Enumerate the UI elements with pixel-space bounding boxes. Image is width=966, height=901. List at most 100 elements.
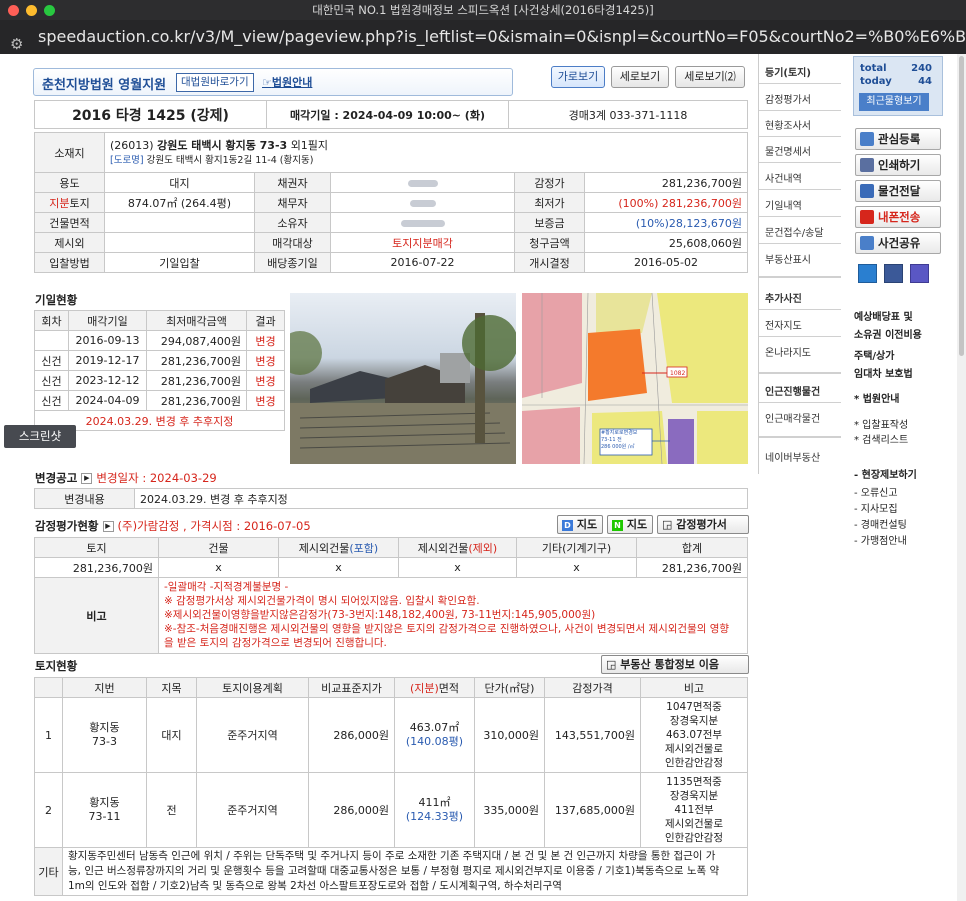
window-titlebar: 대한민국 NO.1 법원경매정보 스피드옥션 [사건상세(2016타경1425)… xyxy=(0,0,966,20)
daum-map-button[interactable]: D 지도 xyxy=(557,515,603,534)
view-horizontal-button[interactable]: 가로보기 xyxy=(551,66,605,88)
appraisal-title: 감정평가현황 ▶ (주)가람감정 , 가격시점 : 2016-07-05 xyxy=(35,519,311,533)
change-notice-title: 변경공고 ▶ 변경일자 : 2024-03-29 xyxy=(35,471,217,485)
maximize-window-button[interactable] xyxy=(44,5,55,16)
daum-icon: D xyxy=(562,519,573,531)
close-window-button[interactable] xyxy=(8,5,19,16)
case-header-table: 2016 타경 1425 (강제) 매각기일 : 2024-04-09 10:0… xyxy=(34,100,748,129)
window-title: 대한민국 NO.1 법원경매정보 스피드옥션 [사건상세(2016타경1425)… xyxy=(312,3,654,17)
phone-icon xyxy=(860,210,874,224)
integrated-info-button[interactable]: ◲ 부동산 통합정보 이음 xyxy=(601,655,749,674)
property-info-table: 소재지 (26013) 강원도 태백시 황지동 73-3 외1필지 [도로명] … xyxy=(34,132,748,273)
land-table: 지번 지목 토지이용계획 비교표준지가 (지분)면적 단가(㎡당) 감정가격 비… xyxy=(34,677,748,896)
road-address-tag[interactable]: [도로명] xyxy=(110,155,144,166)
sidebar-item-property[interactable]: 부동산표시 xyxy=(765,251,811,266)
table-row: 신건 2024-04-09 281,236,700원 변경 xyxy=(34,390,285,411)
search-list-link[interactable]: * 검색리스트 xyxy=(854,431,908,446)
message-icon[interactable] xyxy=(910,264,929,283)
road-address: 강원도 태백시 황지1동2길 11-4 (황지동) xyxy=(146,154,314,166)
sidebar-item-emap[interactable]: 전자지도 xyxy=(765,317,802,332)
change-date: 변경일자 : 2024-03-29 xyxy=(96,471,217,485)
document-icon: ◲ xyxy=(606,658,617,671)
auction-history-table: 회차 매각기일 최저매각금액 결과 2016-09-13 294,087,400원 변경 … xyxy=(34,310,285,431)
facebook-icon[interactable] xyxy=(884,264,903,283)
court-dept: 경매3계 033-371-1118 xyxy=(508,100,748,129)
print-button[interactable]: 인쇄하기 xyxy=(855,154,941,176)
court-name: 춘천지방법원 영월지원 xyxy=(42,78,167,93)
owner-redacted xyxy=(330,212,515,233)
share-button[interactable]: 사건공유 xyxy=(855,232,941,254)
minimize-window-button[interactable] xyxy=(26,5,37,16)
sale-date: 매각기일 : 2024-04-09 10:00~ (화) xyxy=(266,100,509,129)
court-guide-link-2[interactable]: * 법원안내 xyxy=(854,390,900,405)
map-road-label: 1082 xyxy=(670,370,685,377)
sidebar-item-appraisal[interactable]: 감정평가서 xyxy=(765,91,811,106)
land-title: 토지현황 xyxy=(35,659,78,673)
branch-recruit-link[interactable]: - 지사모집 xyxy=(854,500,898,515)
address-main: 강원도 태백시 황지동 73-3 xyxy=(157,138,288,152)
view-vertical2-button[interactable]: 세로보기⑵ xyxy=(675,66,745,88)
franchise-link[interactable]: - 가맹점안내 xyxy=(854,532,907,547)
twitter-icon[interactable] xyxy=(858,264,877,283)
sidebar-item-registry[interactable]: 등기(토지) xyxy=(765,64,811,79)
court-guide-link[interactable]: ☞법원안내 xyxy=(262,73,312,92)
map-label: #황지로로변경보 73-11 전 286 000원 /㎡ xyxy=(601,430,638,450)
sidebar-item-survey[interactable]: 현황조사서 xyxy=(765,117,811,132)
address-bar[interactable]: ⚙ speedauction.co.kr/v3/M_view/pageview.… xyxy=(0,20,966,54)
send-button[interactable]: 물건전달 xyxy=(855,180,941,202)
visit-counter: total 240 today 44 최근물형보기 xyxy=(853,56,943,116)
change-content: 2024.03.29. 변경 후 추후지정 xyxy=(134,488,748,509)
naver-map-button[interactable]: N 지도 xyxy=(607,515,653,534)
court-link-button[interactable]: 대법원바로가기 xyxy=(176,73,254,92)
case-number: 2016 타경 1425 (강제) xyxy=(34,100,267,129)
court-header: 춘천지방법원 영월지원 대법원바로가기 ☞법원안내 xyxy=(33,68,513,96)
appraisal-price: 281,236,700원 xyxy=(584,172,748,193)
expected-dividend-link[interactable]: 예상배당표 및 소유권 이전비용 xyxy=(854,308,922,341)
watch-button[interactable]: 관심등록 xyxy=(855,128,941,150)
appraisal-table: 토지 건물 제시외건물(포함) 제시외건물(제외) 기타(기계기구) 합계 28… xyxy=(34,537,748,654)
document-sidebar: 등기(토지) 감정평가서 현황조사서 물건명세서 사건내역 기일내역 문건접수/… xyxy=(758,54,841,474)
sidebar-item-statement[interactable]: 물건명세서 xyxy=(765,143,811,158)
share-doc-icon xyxy=(860,184,874,198)
creditor-redacted xyxy=(330,172,515,193)
sidebar-item-case[interactable]: 사건내역 xyxy=(765,170,802,185)
change-table: 변경내용 2024.03.29. 변경 후 추후지정 xyxy=(34,488,748,509)
sidebar-item-photos[interactable]: 추가사진 xyxy=(765,290,802,305)
appraisal-company: (주)가람감정 , 가격시점 : 2016-07-05 xyxy=(117,519,311,533)
star-icon xyxy=(860,132,874,146)
cadastral-map[interactable]: 1082 #황지로로변경보 73-11 전 286 000원 /㎡ xyxy=(522,293,748,464)
sidebar-item-nearby-active[interactable]: 인근진행물건 xyxy=(765,383,820,398)
address-label: 소재지 xyxy=(34,132,105,173)
table-row: 신건 2019-12-17 281,236,700원 변경 xyxy=(34,350,285,371)
scrollbar-thumb[interactable] xyxy=(959,56,964,356)
sidebar-item-nearby-sold[interactable]: 인근매각물건 xyxy=(765,410,820,425)
table-row: 1 황지동 73-3 대지 준주거지역 286,000원 463.07㎡ (140.… xyxy=(34,697,748,773)
table-row: 신건 2023-12-12 281,236,700원 변경 xyxy=(34,370,285,391)
field-report-link[interactable]: - 현장제보하기 xyxy=(854,466,917,481)
consulting-link[interactable]: - 경매컨설팅 xyxy=(854,516,907,531)
minimum-price: (100%) 281,236,700원 xyxy=(584,192,748,213)
recent-view-button[interactable]: 최근물형보기 xyxy=(859,93,929,111)
sidebar-item-onnara[interactable]: 온나라지도 xyxy=(765,344,811,359)
sidebar-item-naver[interactable]: 네이버부동산 xyxy=(765,449,820,464)
sidebar-item-docs[interactable]: 문건접수/송달 xyxy=(765,224,824,239)
phone-send-button[interactable]: 내폰전송 xyxy=(855,206,941,228)
screenshot-button[interactable]: 스크린샷 xyxy=(4,425,76,448)
auction-history-title: 기일현황 xyxy=(35,293,78,307)
table-row: 2 황지동 73-11 전 준주거지역 286,000원 411㎡ (124.33평… xyxy=(34,772,748,848)
site-settings-icon[interactable]: ⚙ xyxy=(10,27,23,54)
view-vertical-button[interactable]: 세로보기 xyxy=(611,66,669,88)
property-photo[interactable] xyxy=(290,293,516,464)
sidebar-item-dates[interactable]: 기일내역 xyxy=(765,197,802,212)
table-row: 2016-09-13 294,087,400원 변경 xyxy=(34,330,285,351)
appraisal-doc-button[interactable]: ◲ 감정평가서 xyxy=(657,515,749,534)
play-icon[interactable]: ▶ xyxy=(81,473,93,484)
play-icon[interactable]: ▶ xyxy=(102,521,114,532)
lease-law-link[interactable]: 주택/상가 임대차 보호법 xyxy=(854,347,913,380)
bid-form-link[interactable]: * 입찰표작성 xyxy=(854,416,908,431)
url-text: speedauction.co.kr/v3/M_view/pageview.ph… xyxy=(38,27,966,46)
appraisal-remarks: -일괄매각 -지적경계불분명 - ※ 감정평가서상 제시외건물가격이 명시 되어… xyxy=(158,577,748,654)
debtor-redacted xyxy=(330,192,515,213)
error-report-link[interactable]: - 오류신고 xyxy=(854,484,898,499)
court-guide-icon: ☞ xyxy=(262,76,272,89)
